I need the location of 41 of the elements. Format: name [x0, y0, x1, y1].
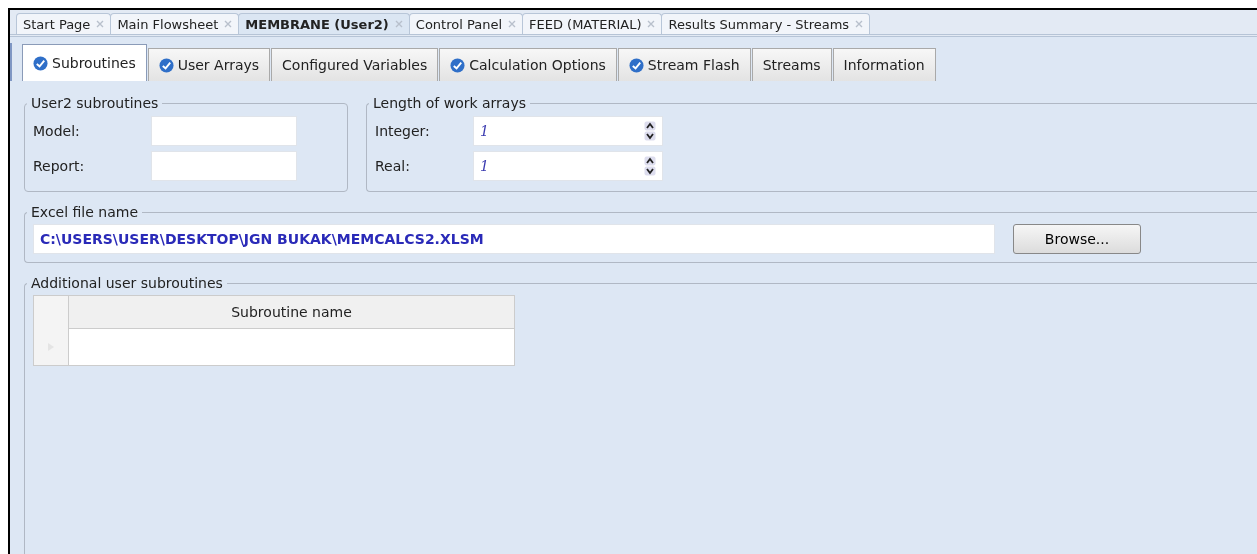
browse-button[interactable]: Browse...	[1013, 224, 1141, 254]
group-title: Additional user subroutines	[30, 275, 224, 291]
close-icon[interactable]	[224, 20, 233, 28]
form-tab[interactable]: User Arrays	[147, 48, 271, 81]
close-icon[interactable]	[394, 20, 403, 28]
spin-field[interactable]: 1	[473, 115, 663, 146]
close-icon[interactable]	[855, 20, 864, 28]
checkmark-icon	[628, 57, 644, 73]
document-tab[interactable]: Results Summary - Streams	[661, 13, 871, 34]
file-path-field[interactable]: C:\USERS\USER\DESKTOP\JGN BUKAK\MEMCALCS2.XLSM	[33, 224, 995, 254]
column-header[interactable]: Subroutine name	[69, 296, 514, 329]
field-label: Real:	[375, 157, 411, 174]
spin-arrows-icon[interactable]	[644, 155, 656, 176]
input-field[interactable]	[151, 150, 297, 181]
field-label: Report:	[33, 157, 86, 174]
spin-arrows-icon[interactable]	[644, 120, 656, 141]
group-title: Length of work arrays	[372, 95, 527, 111]
checkmark-icon	[450, 57, 466, 73]
document-tab[interactable]: Control Panel	[408, 13, 523, 34]
form-tab[interactable]: Information	[832, 48, 936, 81]
form-tab[interactable]: Configured Variables	[271, 48, 439, 81]
form-tab[interactable]: Calculation Options	[439, 48, 617, 81]
document-tab[interactable]: Main Flowsheet	[110, 13, 240, 34]
input-field[interactable]	[151, 115, 297, 146]
field-label: Integer:	[375, 122, 431, 139]
document-tab[interactable]: FEED (MATERIAL)	[522, 13, 663, 34]
form-tab[interactable]: Streams	[751, 48, 832, 81]
close-icon[interactable]	[647, 20, 656, 28]
document-tab[interactable]: Start Page	[16, 13, 112, 34]
spin-field[interactable]: 1	[473, 150, 663, 181]
checkmark-icon	[158, 57, 174, 73]
close-icon[interactable]	[96, 20, 105, 28]
group-title: Excel file name	[30, 204, 139, 220]
checkmark-icon	[33, 55, 48, 71]
close-icon[interactable]	[508, 20, 516, 28]
form-tab[interactable]: Subroutines	[22, 44, 147, 81]
table-cell[interactable]	[69, 329, 514, 365]
form-tab[interactable]: Stream Flash	[617, 48, 751, 81]
field-label: Model:	[33, 122, 81, 139]
group-title: User2 subroutines	[30, 95, 160, 111]
document-tab[interactable]: MEMBRANE (User2)	[238, 13, 410, 34]
